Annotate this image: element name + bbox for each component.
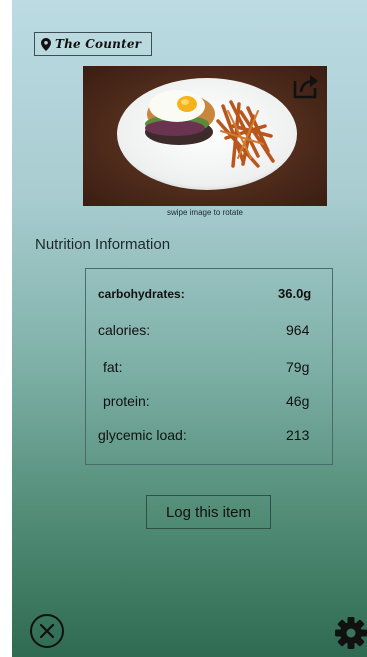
nutrition-value: 213 xyxy=(286,427,310,443)
photo-caption: swipe image to rotate xyxy=(166,208,244,217)
nutrition-label: calories: xyxy=(98,322,151,338)
nutrition-value: 36.0g xyxy=(278,286,312,301)
share-icon[interactable] xyxy=(291,72,321,100)
nutrition-row-fat: fat: 79g xyxy=(86,359,334,379)
close-circle-icon[interactable] xyxy=(29,613,65,649)
nutrition-panel: carbohydrates: 36.0g calories: 964 fat: … xyxy=(85,268,333,465)
nutrition-label: carbohydrates: xyxy=(98,287,185,301)
log-item-button[interactable]: Log this item xyxy=(146,495,271,529)
nutrition-row-carbohydrates: carbohydrates: 36.0g xyxy=(86,285,334,305)
nutrition-row-glycemic-load: glycemic load: 213 xyxy=(86,427,334,447)
nutrition-value: 79g xyxy=(286,359,310,375)
nutrition-heading: Nutrition Information xyxy=(35,236,171,253)
nutrition-row-protein: protein: 46g xyxy=(86,393,334,413)
location-label: The Counter xyxy=(55,37,142,51)
app-screen: The Counter swipe image to rotate Nutrit… xyxy=(12,0,367,657)
nutrition-label: protein: xyxy=(103,393,150,409)
nutrition-row-calories: calories: 964 xyxy=(86,322,334,342)
location-button[interactable]: The Counter xyxy=(34,32,152,56)
nutrition-label: glycemic load: xyxy=(98,427,187,443)
location-pin-icon xyxy=(41,37,51,51)
nutrition-value: 46g xyxy=(286,393,310,409)
nutrition-label: fat: xyxy=(103,359,123,375)
nutrition-value: 964 xyxy=(286,322,310,338)
food-photo[interactable] xyxy=(83,66,327,206)
gear-icon[interactable] xyxy=(334,616,367,650)
